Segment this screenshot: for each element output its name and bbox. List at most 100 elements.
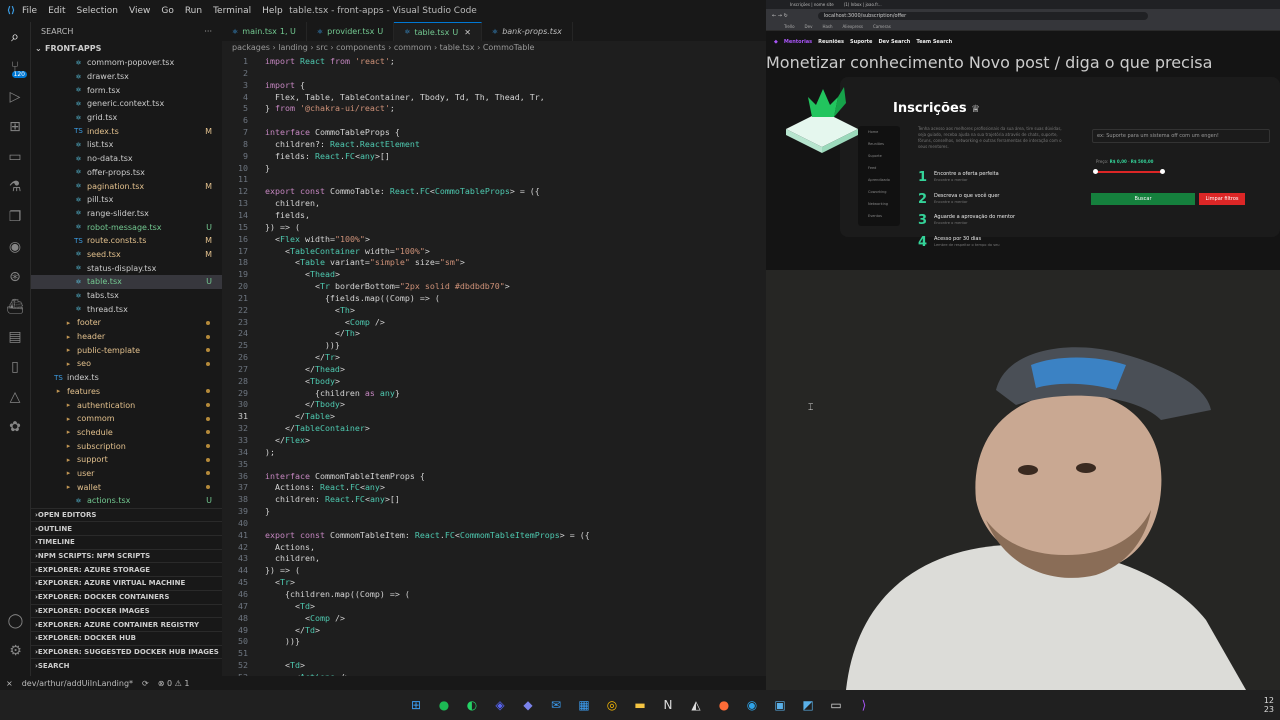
folder-icon[interactable]: ▬ xyxy=(629,694,651,716)
code-line[interactable]: 4 Flex, Table, TableContainer, Tbody, Td… xyxy=(222,92,766,104)
code-line[interactable]: 50 ))} xyxy=(222,636,766,648)
explorer-root[interactable]: ⌄ FRONT-APPS xyxy=(31,40,222,56)
sidebar-section[interactable]: › EXPLORER: SUGGESTED DOCKER HUB IMAGES xyxy=(31,644,222,659)
code-line[interactable]: 11 xyxy=(222,174,766,186)
bookmark-item[interactable]: Hash xyxy=(822,24,832,29)
code-line[interactable]: 44}) => ( xyxy=(222,565,766,577)
code-line[interactable]: 9 fields: React.FC<any>[] xyxy=(222,151,766,163)
sidebar-section[interactable]: › EXPLORER: DOCKER CONTAINERS xyxy=(31,589,222,604)
folder-item[interactable]: ▸ public-template xyxy=(31,343,222,357)
mail-icon[interactable]: ✉ xyxy=(545,694,567,716)
code-line[interactable]: 35 xyxy=(222,459,766,471)
breadcrumb[interactable]: packages › landing › src › components › … xyxy=(232,43,534,55)
chrome-icon[interactable]: ◎ xyxy=(601,694,623,716)
menu-item-help[interactable]: Help xyxy=(262,6,283,16)
code-line[interactable]: 48 <Comp /> xyxy=(222,613,766,625)
testing-icon[interactable]: ⚗ xyxy=(0,172,30,202)
back-icon[interactable]: ← xyxy=(772,13,776,19)
file-item[interactable]: ⚛ actions.tsx U xyxy=(31,494,222,508)
bookmark-item[interactable]: Dev xyxy=(805,24,813,29)
remote-icon[interactable]: ⨯ xyxy=(6,679,13,688)
menu-item-edit[interactable]: Edit xyxy=(48,6,65,16)
search-input[interactable]: ex: Suporte para um sistema off com um e… xyxy=(1092,129,1270,143)
remote-explorer-icon[interactable]: ▭ xyxy=(0,142,30,172)
terminal-icon[interactable]: ▭ xyxy=(825,694,847,716)
tab-manager-icon[interactable]: ❐ xyxy=(0,202,30,232)
search-button[interactable]: Buscar xyxy=(1091,193,1195,205)
database-icon[interactable]: ▤ xyxy=(0,322,30,352)
azure-data-icon[interactable]: ◩ xyxy=(797,694,819,716)
code-line[interactable]: 45 <Tr> xyxy=(222,577,766,589)
menu-item-file[interactable]: File xyxy=(22,6,37,16)
code-line[interactable]: 15}) => ( xyxy=(222,222,766,234)
folder-item[interactable]: ▸ seo xyxy=(31,357,222,371)
code-line[interactable]: 43 children, xyxy=(222,553,766,565)
code-line[interactable]: 33 </Flex> xyxy=(222,435,766,447)
sync-icon[interactable]: ⟳ xyxy=(142,679,149,688)
folder-item[interactable]: ▸ support xyxy=(31,453,222,467)
code-line[interactable]: 24 </Th> xyxy=(222,328,766,340)
code-line[interactable]: 16 <Flex width="100%"> xyxy=(222,234,766,246)
docker-icon[interactable]: ⛴ xyxy=(0,292,30,322)
file-item[interactable]: ⚛ generic.context.tsx xyxy=(31,97,222,111)
code-line[interactable]: 5} from '@chakra-ui/react'; xyxy=(222,103,766,115)
file-item[interactable]: ⚛ pill.tsx xyxy=(31,193,222,207)
sidebar-section[interactable]: › TIMELINE xyxy=(31,535,222,549)
code-line[interactable]: 17 <TableContainer width="100%"> xyxy=(222,246,766,258)
code-line[interactable]: 22 <Th> xyxy=(222,305,766,317)
code-line[interactable]: 13 children, xyxy=(222,198,766,210)
code-line[interactable]: 49 </Td> xyxy=(222,625,766,637)
postman-icon[interactable]: ● xyxy=(713,694,735,716)
source-control-icon[interactable]: ⑂ 120 xyxy=(0,52,30,82)
file-item[interactable]: ⚛ drawer.tsx xyxy=(31,70,222,84)
url-bar[interactable]: localhost:3000/subscription/offer xyxy=(817,11,1148,20)
code-line[interactable]: 47 <Td> xyxy=(222,601,766,613)
code-line[interactable]: 1 import React from 'react'; xyxy=(222,56,766,68)
vscode-icon[interactable]: ⟩ xyxy=(853,694,875,716)
file-item[interactable]: ⚛ range-slider.tsx xyxy=(31,207,222,221)
whatsapp-icon[interactable]: ◐ xyxy=(461,694,483,716)
sidebar-section[interactable]: › SEARCH xyxy=(31,658,222,672)
code-line[interactable]: 28 <Tbody> xyxy=(222,376,766,388)
folder-item[interactable]: ▸ wallet xyxy=(31,480,222,494)
tab-table-tsx[interactable]: ⚛ table.tsx U ✕ xyxy=(394,22,482,41)
spotify-icon[interactable]: ● xyxy=(433,694,455,716)
notebook-icon[interactable]: ▯ xyxy=(0,352,30,382)
site-nav-mentorias[interactable]: Mentorias xyxy=(784,39,812,45)
sidebar-section[interactable]: › EXPLORER: AZURE CONTAINER REGISTRY xyxy=(31,617,222,631)
file-item[interactable]: TS route.consts.ts M xyxy=(31,234,222,248)
file-item[interactable]: ⚛ commom-popover.tsx xyxy=(31,56,222,70)
code-line[interactable]: 19 <Thead> xyxy=(222,269,766,281)
site-nav-reuni-es[interactable]: Reuniões xyxy=(818,39,844,45)
code-line[interactable]: 14 fields, xyxy=(222,210,766,222)
code-line[interactable]: 30 </Tbody> xyxy=(222,399,766,411)
code-line[interactable]: 20 <Tr borderBottom="2px solid #dbdbdb70… xyxy=(222,281,766,293)
sidebar-section[interactable]: › EXPLORER: DOCKER IMAGES xyxy=(31,603,222,618)
tab-provider-tsx[interactable]: ⚛ provider.tsx U xyxy=(307,22,395,41)
code-line[interactable]: 32 </TableContainer> xyxy=(222,423,766,435)
virtualbox-icon[interactable]: ▣ xyxy=(769,694,791,716)
code-line[interactable]: 10} xyxy=(222,163,766,175)
arc-icon[interactable]: ◭ xyxy=(685,694,707,716)
file-item[interactable]: ⚛ no-data.tsx xyxy=(31,152,222,166)
folder-item[interactable]: ▸ commom xyxy=(31,412,222,426)
code-line[interactable]: 37 Actions: React.FC<any> xyxy=(222,482,766,494)
code-line[interactable]: 2 xyxy=(222,68,766,80)
extensions-icon[interactable]: ⊞ xyxy=(0,112,30,142)
code-line[interactable]: 38 children: React.FC<any>[] xyxy=(222,494,766,506)
code-line[interactable]: 18 <Table variant="simple" size="sm"> xyxy=(222,257,766,269)
tab-bank-props-tsx[interactable]: ⚛ bank-props.tsx xyxy=(482,22,573,41)
code-line[interactable]: 26 </Tr> xyxy=(222,352,766,364)
sidebar-section[interactable]: › EXPLORER: AZURE VIRTUAL MACHINE xyxy=(31,576,222,590)
menu-item-run[interactable]: Run xyxy=(185,6,202,16)
browser-tab[interactable]: (1) Inbox | joao.fr... xyxy=(844,2,882,7)
close-icon[interactable]: ✕ xyxy=(464,28,471,37)
folder-item[interactable]: ▸ header xyxy=(31,330,222,344)
code-line[interactable]: 12 export const CommoTable: React.FC<Comm… xyxy=(222,186,766,198)
bookmark-item[interactable]: Cameras xyxy=(873,24,891,29)
price-range-slider[interactable] xyxy=(1093,169,1165,174)
forward-icon[interactable]: → xyxy=(778,13,782,19)
file-item[interactable]: TS index.ts xyxy=(31,371,222,385)
teams-icon[interactable]: ◆ xyxy=(517,694,539,716)
sidebar-section[interactable]: › EXPLORER: AZURE STORAGE xyxy=(31,562,222,576)
